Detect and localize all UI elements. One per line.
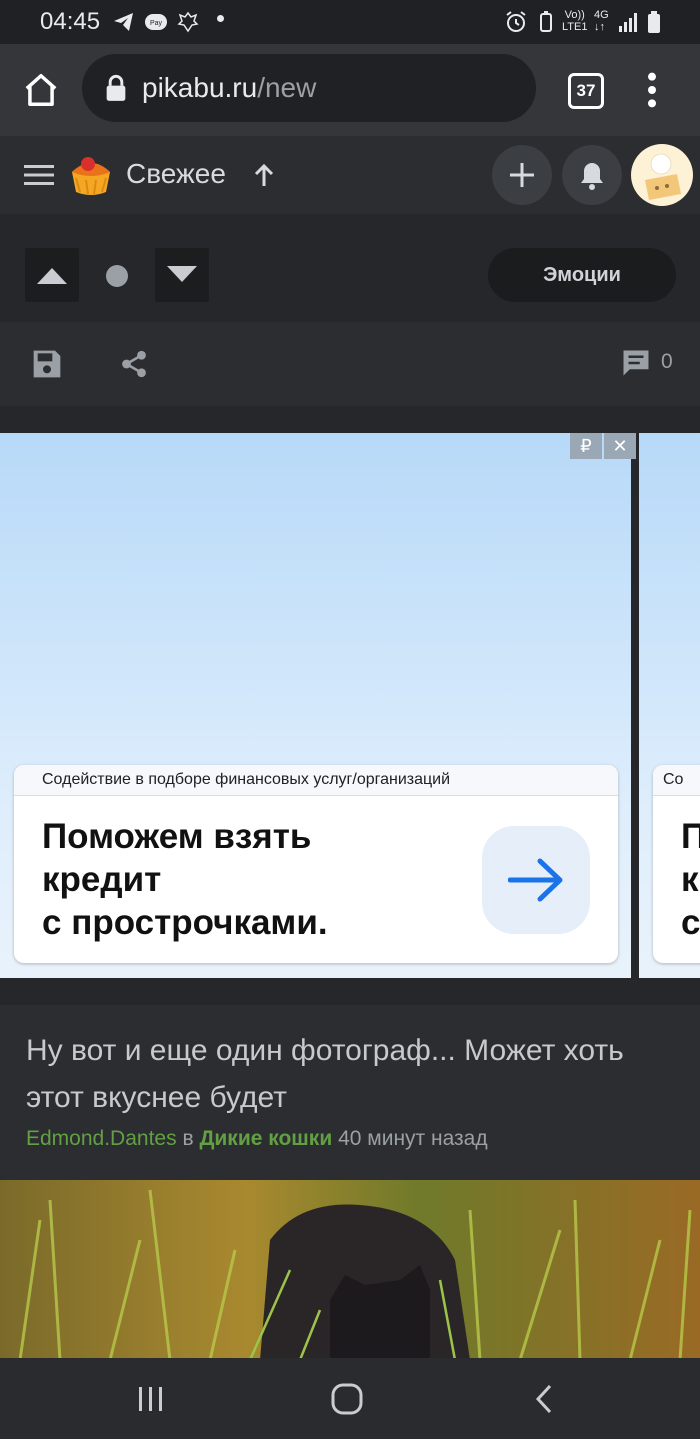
ad-card-text: Поможем взять кредит с прострочками. bbox=[42, 817, 328, 942]
story-image[interactable] bbox=[0, 1180, 700, 1360]
browser-toolbar: pikabu.ru/new 37 bbox=[0, 44, 700, 136]
notification-dot bbox=[217, 15, 224, 22]
upvote-button[interactable] bbox=[25, 248, 79, 302]
status-time: 04:45 bbox=[40, 8, 101, 35]
ad-info-badge[interactable]: ₽ bbox=[570, 433, 602, 459]
url-domain: pikabu.ru bbox=[142, 72, 258, 103]
network-type-label: 4G bbox=[594, 9, 609, 21]
status-bar: 04:45 Pay Vo)) LTE1 4G ↓↑ bbox=[0, 0, 700, 44]
back-icon[interactable] bbox=[534, 1384, 554, 1414]
alarm-icon bbox=[506, 11, 526, 32]
svg-text:Pay: Pay bbox=[150, 20, 163, 27]
emblem-icon bbox=[177, 11, 199, 33]
story-preposition: в bbox=[182, 1127, 194, 1150]
url-text[interactable]: pikabu.ru/new bbox=[142, 72, 316, 104]
network-type: 4G ↓↑ bbox=[594, 9, 609, 33]
battery-saver-icon bbox=[540, 11, 552, 32]
ad-badges: ₽ ✕ bbox=[570, 433, 636, 459]
downvote-button[interactable] bbox=[155, 248, 209, 302]
ad-slide-2[interactable]: Со П к с bbox=[639, 433, 700, 978]
rating-dot bbox=[106, 265, 128, 287]
share-icon[interactable] bbox=[119, 348, 149, 380]
separator bbox=[0, 978, 700, 1005]
page-title[interactable]: Свежее bbox=[126, 158, 226, 190]
story-meta: Edmond.Dantes в Дикие кошки 40 минут наз… bbox=[26, 1127, 488, 1151]
system-nav-bar bbox=[0, 1358, 700, 1439]
hamburger-menu-icon[interactable] bbox=[24, 162, 54, 188]
site-header: Свежее bbox=[0, 136, 700, 214]
save-icon[interactable] bbox=[31, 348, 63, 380]
add-post-button[interactable] bbox=[492, 145, 552, 205]
volte-indicator: Vo)) LTE1 bbox=[562, 9, 587, 33]
post-rating-bar: Эмоции bbox=[0, 214, 700, 322]
volte-label: Vo)) bbox=[564, 9, 585, 21]
separator bbox=[0, 406, 700, 433]
ad-card-2[interactable]: Со П к с bbox=[653, 765, 700, 963]
ad-card-2-header: Со bbox=[653, 765, 700, 796]
ad-slide-1[interactable]: Содействие в подборе финансовых услуг/ор… bbox=[0, 433, 631, 978]
notifications-button[interactable] bbox=[562, 145, 622, 205]
pikabu-logo-icon[interactable] bbox=[66, 150, 116, 200]
avatar-image bbox=[645, 153, 681, 200]
story-title[interactable]: Ну вот и еще один фотограф... Может хоть… bbox=[26, 1027, 686, 1121]
ad-close-button[interactable]: ✕ bbox=[604, 433, 636, 459]
emotions-button[interactable]: Эмоции bbox=[488, 248, 676, 302]
plus-icon bbox=[510, 163, 534, 187]
bell-icon bbox=[581, 163, 603, 190]
advertisement[interactable]: Содействие в подборе финансовых услуг/ор… bbox=[0, 433, 700, 978]
signal-icon bbox=[619, 13, 637, 32]
home-icon[interactable] bbox=[22, 71, 60, 109]
ad-card-2-text: П к с bbox=[681, 817, 700, 942]
panther-photo bbox=[0, 1180, 700, 1360]
comment-count: 0 bbox=[661, 350, 673, 373]
home-nav-icon[interactable] bbox=[330, 1383, 364, 1415]
story-card[interactable]: Ну вот и еще один фотограф... Может хоть… bbox=[0, 1005, 700, 1180]
recent-apps-icon[interactable] bbox=[136, 1385, 166, 1413]
address-bar[interactable]: pikabu.ru/new bbox=[82, 54, 536, 122]
arrow-right-icon bbox=[508, 858, 563, 902]
lte-label: LTE1 bbox=[562, 21, 588, 33]
telegram-icon bbox=[114, 13, 133, 31]
comments-icon[interactable] bbox=[620, 348, 652, 378]
triangle-up-icon bbox=[37, 268, 67, 284]
ad-arrow-button[interactable] bbox=[482, 826, 590, 934]
tab-switcher-button[interactable]: 37 bbox=[568, 73, 604, 109]
story-author[interactable]: Edmond.Dantes bbox=[26, 1127, 177, 1150]
lock-icon[interactable] bbox=[104, 74, 128, 102]
data-arrows-icon: ↓↑ bbox=[594, 21, 605, 33]
ad-card-header: Содействие в подборе финансовых услуг/ор… bbox=[14, 765, 618, 796]
ad-card[interactable]: Содействие в подборе финансовых услуг/ор… bbox=[14, 765, 618, 963]
post-action-bar: 0 bbox=[0, 322, 700, 407]
triangle-down-icon bbox=[167, 266, 197, 282]
story-time: 40 минут назад bbox=[338, 1127, 488, 1150]
avatar[interactable] bbox=[631, 144, 693, 206]
pay-icon: Pay bbox=[145, 14, 167, 30]
story-community[interactable]: Дикие кошки bbox=[199, 1127, 332, 1150]
url-path: /new bbox=[257, 72, 317, 103]
battery-icon bbox=[648, 11, 660, 33]
sort-arrow-up-icon[interactable] bbox=[252, 162, 276, 188]
more-menu-icon[interactable] bbox=[638, 70, 666, 110]
